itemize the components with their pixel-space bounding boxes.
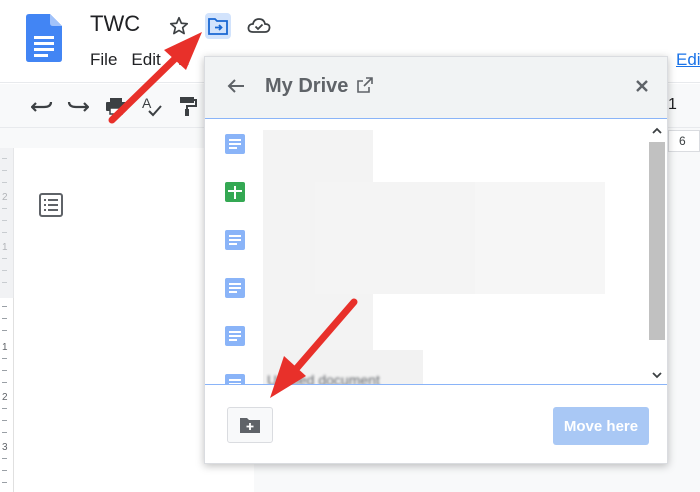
paint-format-icon[interactable]	[176, 94, 200, 118]
document-title[interactable]: TWC	[90, 11, 140, 37]
menu-edit[interactable]: Edit	[131, 50, 160, 70]
cloud-status-icon[interactable]	[246, 13, 272, 39]
dialog-footer-divider	[205, 384, 667, 385]
back-arrow-icon[interactable]	[225, 75, 247, 97]
scroll-down-icon[interactable]	[651, 368, 663, 380]
redo-icon[interactable]	[66, 94, 90, 118]
close-icon[interactable]	[631, 75, 653, 97]
ruler-number: 1	[2, 342, 8, 353]
font-size-field[interactable]: 1	[668, 96, 677, 114]
scroll-thumb[interactable]	[649, 142, 665, 340]
docs-icon	[225, 230, 245, 250]
undo-icon[interactable]	[30, 94, 54, 118]
ruler-number: 6	[679, 134, 686, 148]
star-icon[interactable]	[166, 13, 192, 39]
new-folder-button[interactable]	[227, 407, 273, 443]
menu-file[interactable]: File	[90, 50, 117, 70]
menu-bar: File Edit Vi	[90, 50, 190, 70]
editing-mode-link[interactable]: Edit w	[676, 50, 700, 70]
docs-icon	[225, 278, 245, 298]
file-row[interactable]	[205, 120, 645, 168]
ruler-number: 2	[2, 392, 8, 403]
file-list-scrollbar[interactable]	[647, 120, 667, 384]
ruler-number: 3	[2, 442, 8, 453]
file-row[interactable]	[205, 168, 645, 216]
print-icon[interactable]	[104, 94, 128, 118]
google-docs-window: TWC File Edit Vi Edit w A 1	[0, 0, 700, 492]
open-in-new-icon[interactable]	[357, 77, 373, 93]
dialog-header: My Drive	[205, 57, 667, 119]
file-row[interactable]	[205, 216, 645, 264]
ruler-margin-shade	[0, 148, 14, 298]
docs-logo-icon[interactable]	[26, 14, 62, 62]
menu-view[interactable]: Vi	[175, 50, 190, 70]
file-row[interactable]	[205, 312, 645, 360]
file-row[interactable]: Untitled document	[205, 360, 645, 384]
new-folder-icon	[240, 418, 260, 433]
docs-icon	[225, 326, 245, 346]
file-list: Untitled document	[205, 120, 645, 384]
docs-icon	[225, 134, 245, 154]
file-row[interactable]	[205, 264, 645, 312]
docs-icon	[225, 374, 245, 384]
document-outline-icon[interactable]	[38, 192, 64, 218]
move-to-folder-dialog: My Drive Untitled document Move here	[204, 56, 668, 464]
svg-text:A: A	[142, 95, 152, 111]
move-here-button[interactable]: Move here	[553, 407, 649, 445]
scroll-up-icon[interactable]	[651, 124, 663, 136]
dialog-title: My Drive	[265, 75, 349, 97]
spellcheck-icon[interactable]: A	[140, 94, 164, 118]
horizontal-ruler-fragment: 6	[668, 130, 700, 152]
move-to-folder-icon[interactable]	[205, 13, 231, 39]
sheets-icon	[225, 182, 245, 202]
file-name: Untitled document	[267, 372, 380, 384]
